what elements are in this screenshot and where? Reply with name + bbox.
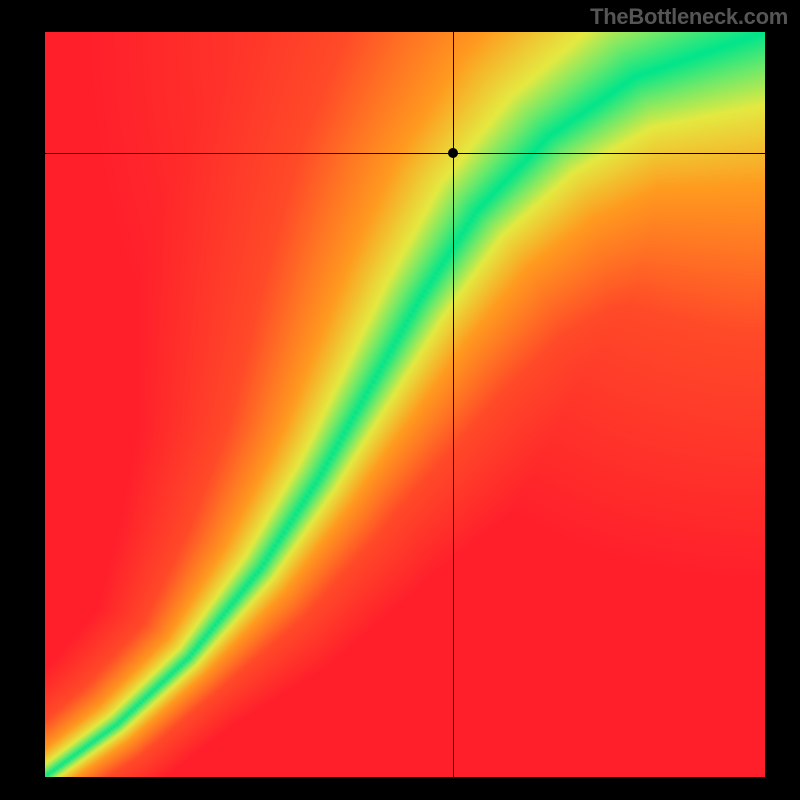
chart-container: TheBottleneck.com [0, 0, 800, 800]
attribution-label: TheBottleneck.com [590, 4, 788, 30]
heatmap-plot [45, 32, 765, 777]
heatmap-canvas [45, 32, 765, 777]
